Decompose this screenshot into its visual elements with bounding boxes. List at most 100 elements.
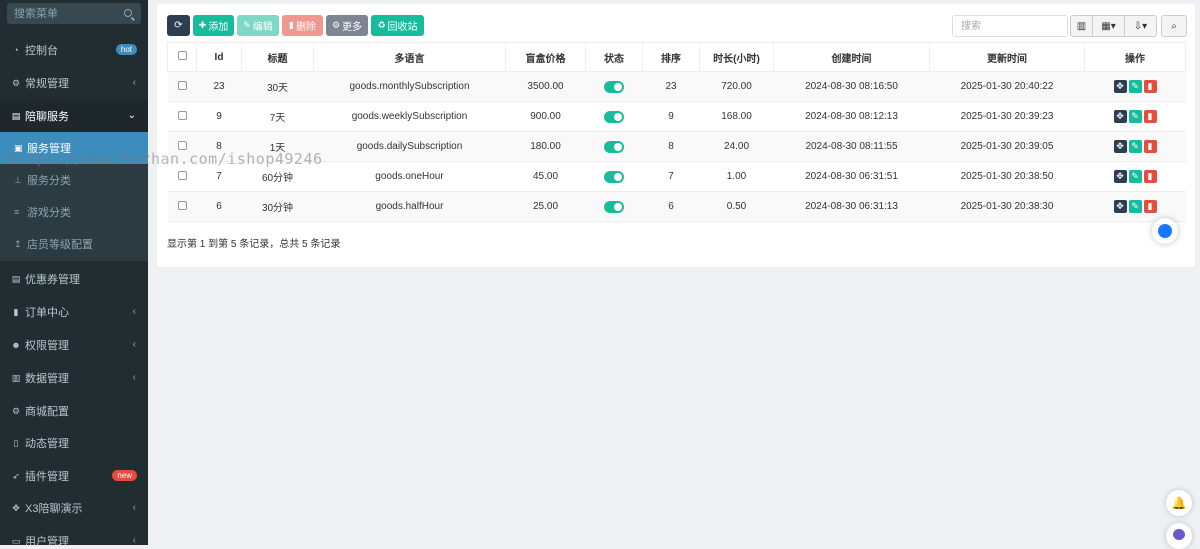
sidebar-subitem-service-category[interactable]: ⊥ 服务分类 (0, 164, 148, 196)
data-table: Id 标题 多语言 盲盒价格 状态 排序 时长(小时) 创建时间 更新时间 操作… (167, 42, 1186, 222)
cell-title: 7天 (241, 101, 314, 132)
row-checkbox[interactable] (177, 200, 187, 210)
column-header[interactable]: 排序 (642, 42, 700, 72)
select-all-cell[interactable] (167, 42, 197, 72)
cell-sort: 7 (642, 161, 700, 192)
trash-icon[interactable]: ▮ (1143, 200, 1157, 213)
status-toggle[interactable] (604, 80, 624, 93)
column-header[interactable]: 时长(小时) (699, 42, 774, 72)
drag-icon[interactable]: ✥ (1113, 110, 1127, 123)
sidebar-item-label: 常规管理 (25, 77, 69, 90)
status-toggle[interactable] (604, 170, 624, 183)
add-label: 添加 (208, 22, 229, 33)
row-checkbox[interactable] (177, 140, 187, 150)
cell-price: 3500.00 (505, 71, 586, 102)
sidebar-item-chat-service[interactable]: ▤ 陪聊服务 ⌄ (0, 99, 148, 132)
export-dropdown-button[interactable]: ⇩▾ (1124, 15, 1157, 37)
drag-icon[interactable]: ✥ (1113, 200, 1127, 213)
cell-created: 2024-08-30 08:12:13 (773, 101, 930, 132)
chevron-left-icon: ‹ (132, 77, 136, 88)
sidebar-search-input[interactable] (7, 3, 141, 24)
sidebar-subitem-game-category[interactable]: ≡ 游戏分类 (0, 196, 148, 228)
recycle-bin-button[interactable]: ♻ 回收站 (371, 15, 424, 36)
column-header[interactable]: 状态 (585, 42, 643, 72)
sidebar-item-moments[interactable]: ▯ 动态管理 (0, 426, 148, 459)
table-row[interactable]: 9 7天 goods.weeklySubscription 900.00 9 1… (167, 101, 1186, 132)
status-toggle[interactable] (604, 140, 624, 153)
sidebar-item-plugins[interactable]: ➶ 插件管理 new (0, 459, 148, 492)
table-row[interactable]: 23 30天 goods.monthlySubscription 3500.00… (167, 71, 1186, 102)
edit-icon[interactable]: ✎ (1128, 200, 1142, 213)
drag-icon[interactable]: ✥ (1113, 140, 1127, 153)
cell-price: 25.00 (505, 191, 586, 222)
status-toggle[interactable] (604, 110, 624, 123)
drag-icon[interactable]: ✥ (1113, 170, 1127, 183)
sidebar-item-label: 商城配置 (25, 405, 69, 418)
column-header[interactable]: 更新时间 (929, 42, 1085, 72)
row-actions: ✥ ✎ ▮ (1084, 131, 1186, 162)
pagination-summary: 显示第 1 到第 5 条记录，总共 5 条记录 (167, 239, 341, 250)
sidebar-item-orders[interactable]: ▮ 订单中心 ‹ (0, 295, 148, 328)
trash-icon[interactable]: ▮ (1143, 80, 1157, 93)
row-checkbox[interactable] (177, 110, 187, 120)
sidebar-item-label: 动态管理 (25, 437, 69, 450)
column-header[interactable]: 盲盒价格 (505, 42, 586, 72)
sidebar-subitem-level-config[interactable]: ↥ 店员等级配置 (0, 228, 148, 260)
delete-label: 删除 (295, 22, 316, 33)
plus-icon: ✚ (198, 20, 207, 30)
columns-dropdown-button[interactable]: ▦▾ (1092, 15, 1125, 37)
sidebar-item-label: 陪聊服务 (25, 110, 69, 123)
edit-icon[interactable]: ✎ (1128, 170, 1142, 183)
trash-icon[interactable]: ▮ (1143, 140, 1157, 153)
cogs-icon: ⚙ (11, 405, 21, 416)
table-row[interactable]: 6 30分钟 goods.halfHour 25.00 6 0.50 2024-… (167, 191, 1186, 222)
cell-updated: 2025-01-30 20:40:22 (929, 71, 1085, 102)
sidebar-item-dashboard[interactable]: ◔ 控制台 hot (0, 33, 148, 66)
trash-icon[interactable]: ▮ (1143, 110, 1157, 123)
sidebar-item-users[interactable]: ▭ 用户管理 ‹ (0, 524, 148, 545)
toggle-view-button[interactable]: ▥ (1070, 15, 1093, 37)
advanced-search-button[interactable]: ⌕ (1161, 15, 1187, 37)
add-button[interactable]: ✚ 添加 (193, 15, 234, 36)
chat-bubble-icon[interactable] (1152, 218, 1178, 244)
search-icon[interactable] (124, 9, 132, 17)
cell-duration: 1.00 (699, 161, 774, 192)
cell-id: 6 (196, 191, 242, 222)
drag-icon[interactable]: ✥ (1113, 80, 1127, 93)
column-header[interactable]: 创建时间 (773, 42, 930, 72)
table-search-input[interactable] (953, 16, 1067, 36)
edit-icon[interactable]: ✎ (1128, 80, 1142, 93)
sitemap-icon: ⊥ (14, 174, 22, 185)
sidebar-item-data[interactable]: ▥ 数据管理 ‹ (0, 361, 148, 394)
delete-button[interactable]: ▮ 删除 (282, 15, 323, 36)
table-search[interactable] (952, 15, 1068, 37)
cell-updated: 2025-01-30 20:38:50 (929, 161, 1085, 192)
bell-icon[interactable]: 🔔 (1166, 490, 1192, 516)
edit-icon[interactable]: ✎ (1128, 110, 1142, 123)
sidebar-search[interactable] (7, 3, 141, 24)
more-button[interactable]: ⚙ 更多 (326, 15, 368, 36)
column-header[interactable]: 多语言 (313, 42, 506, 72)
edit-button[interactable]: ✎ 编辑 (237, 15, 279, 36)
message-icon[interactable] (1166, 523, 1192, 549)
row-checkbox[interactable] (177, 80, 187, 90)
sidebar-item-label: 控制台 (25, 44, 58, 57)
sidebar-item-coupon[interactable]: ▤ 优惠券管理 (0, 262, 148, 295)
sidebar-item-label: 插件管理 (25, 470, 69, 483)
sidebar-item-x3-demo[interactable]: ✥ X3陪聊演示 ‹ (0, 491, 148, 524)
cell-duration: 168.00 (699, 101, 774, 132)
select-all-checkbox[interactable] (177, 51, 187, 60)
sidebar-item-permission[interactable]: ☻ 权限管理 ‹ (0, 328, 148, 361)
column-header[interactable]: Id (196, 42, 242, 72)
status-toggle[interactable] (604, 200, 624, 213)
sidebar-item-label: 数据管理 (25, 372, 69, 385)
sidebar-item-shop-config[interactable]: ⚙ 商城配置 (0, 394, 148, 427)
row-checkbox[interactable] (177, 170, 187, 180)
search-icon: ⌕ (1171, 20, 1177, 32)
refresh-button[interactable]: ⟳ (167, 15, 190, 36)
sidebar-item-general[interactable]: ⚙ 常规管理 ‹ (0, 66, 148, 99)
edit-icon[interactable]: ✎ (1128, 140, 1142, 153)
trash-icon[interactable]: ▮ (1143, 170, 1157, 183)
column-header[interactable]: 标题 (241, 42, 314, 72)
cell-price: 180.00 (505, 131, 586, 162)
